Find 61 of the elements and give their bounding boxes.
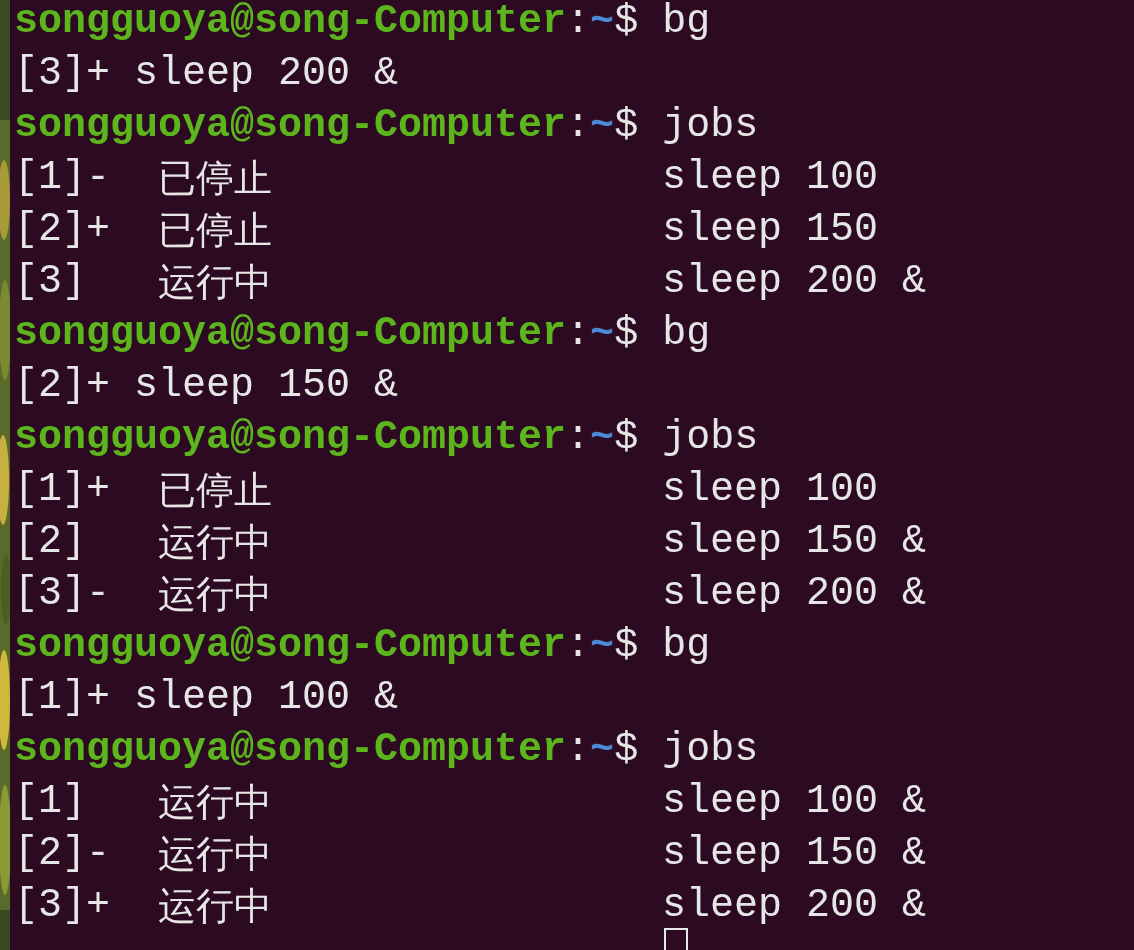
- job-status: 已停止: [158, 207, 273, 254]
- cursor-icon: [664, 928, 688, 950]
- job-id: [2]: [14, 518, 87, 566]
- prompt-path: ~: [590, 622, 615, 670]
- prompt-separator: :: [566, 0, 591, 46]
- command-text: bg: [662, 0, 711, 46]
- job-status: 运行中: [158, 831, 273, 878]
- prompt-symbol: $: [614, 310, 639, 358]
- output-line: [2]+ sleep 150 &: [14, 362, 399, 410]
- prompt-path: ~: [590, 310, 615, 358]
- command-text: bg: [662, 310, 711, 358]
- job-id: [1]-: [14, 154, 111, 202]
- prompt-user: songguoya@song-Computer: [14, 726, 567, 774]
- prompt-user: songguoya@song-Computer: [14, 102, 567, 150]
- prompt-separator: :: [566, 726, 591, 774]
- job-status: 运行中: [158, 259, 273, 306]
- command-text: jobs: [662, 102, 759, 150]
- prompt-user: songguoya@song-Computer: [14, 310, 567, 358]
- prompt-path: ~: [590, 0, 615, 46]
- prompt-path: ~: [590, 102, 615, 150]
- command-text: bg: [662, 622, 711, 670]
- job-id: [3]+: [14, 882, 111, 930]
- job-id: [2]-: [14, 830, 111, 878]
- job-id: [1]+: [14, 466, 111, 514]
- job-command: sleep 100: [662, 466, 879, 514]
- prompt-separator: :: [566, 414, 591, 462]
- job-command: sleep 150 &: [662, 518, 927, 566]
- job-command: sleep 150 &: [662, 830, 927, 878]
- output-line: [3]+ sleep 200 &: [14, 50, 399, 98]
- prompt-path: ~: [590, 726, 615, 774]
- prompt-symbol: $: [614, 622, 639, 670]
- prompt-user: songguoya@song-Computer: [14, 0, 567, 46]
- prompt-symbol: $: [614, 726, 639, 774]
- job-command: sleep 200 &: [662, 570, 927, 618]
- job-command: sleep 150: [662, 206, 879, 254]
- job-status: 运行中: [158, 883, 273, 930]
- job-status: 运行中: [158, 571, 273, 618]
- prompt-user: songguoya@song-Computer: [14, 622, 567, 670]
- command-text: jobs: [662, 726, 759, 774]
- job-command: sleep 100 &: [662, 778, 927, 826]
- prompt-user: songguoya@song-Computer: [14, 414, 567, 462]
- prompt-symbol: $: [614, 414, 639, 462]
- prompt-separator: :: [566, 622, 591, 670]
- job-id: [3]-: [14, 570, 111, 618]
- job-status: 已停止: [158, 155, 273, 202]
- prompt-symbol: $: [614, 102, 639, 150]
- job-status: 已停止: [158, 467, 273, 514]
- job-id: [3]: [14, 258, 87, 306]
- prompt-path: ~: [590, 414, 615, 462]
- prompt-symbol: $: [614, 0, 639, 46]
- job-command: sleep 200 &: [662, 882, 927, 930]
- job-command: sleep 100: [662, 154, 879, 202]
- command-text: jobs: [662, 414, 759, 462]
- prompt-separator: :: [566, 102, 591, 150]
- job-status: 运行中: [158, 779, 273, 826]
- output-line: [1]+ sleep 100 &: [14, 674, 399, 722]
- prompt-separator: :: [566, 310, 591, 358]
- job-status: 运行中: [158, 519, 273, 566]
- job-id: [1]: [14, 778, 87, 826]
- job-command: sleep 200 &: [662, 258, 927, 306]
- job-id: [2]+: [14, 206, 111, 254]
